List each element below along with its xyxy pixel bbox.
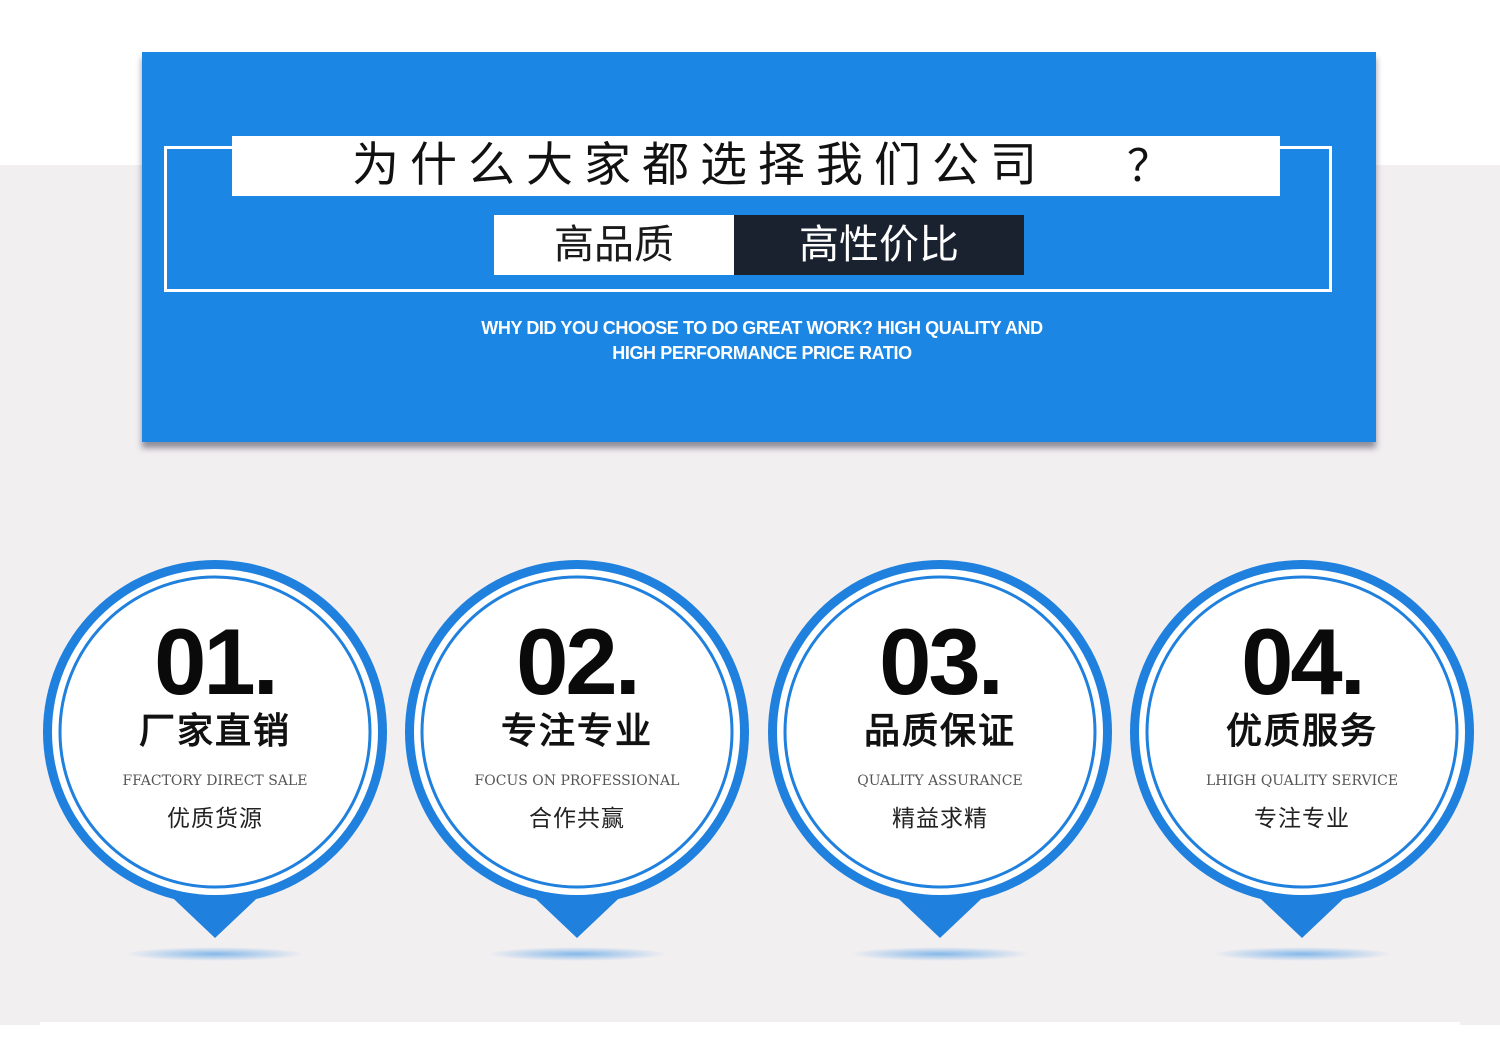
feature-title: 厂家直销 (138, 711, 291, 752)
banner-title-bar: 为什么大家都选择我们公司 ？ (232, 136, 1280, 196)
banner-title: 为什么大家都选择我们公司 (352, 138, 1048, 193)
feature-title: 优质服务 (1225, 711, 1378, 752)
feature-caption: 合作共赢 (529, 806, 625, 832)
banner-subtitle-line-1: WHY DID YOU CHOOSE TO DO GREAT WORK? HIG… (481, 318, 1043, 338)
feature-badge-4: 04. 优质服务 LHIGH QUALITY SERVICE 专注专业 (1127, 560, 1477, 980)
feature-english: FFACTORY DIRECT SALE (122, 773, 308, 789)
feature-title: 专注专业 (500, 711, 653, 752)
feature-caption: 优质货源 (167, 806, 263, 832)
feature-caption: 精益求精 (892, 806, 988, 832)
feature-badge-2: 02. 专注专业 FOCUS ON PROFESSIONAL 合作共赢 (402, 560, 752, 980)
why-choose-us-banner: 为什么大家都选择我们公司 ？ 高品质 高性价比 WHY DID YOU CHOO… (142, 52, 1376, 442)
feature-badge-1: 01. 厂家直销 FFACTORY DIRECT SALE 优质货源 (40, 560, 390, 980)
feature-title: 品质保证 (863, 711, 1016, 752)
feature-number: 01. (154, 609, 279, 714)
feature-english: LHIGH QUALITY SERVICE (1205, 773, 1399, 789)
feature-number: 04. (1241, 609, 1366, 714)
tag-high-value: 高性价比 (734, 215, 1024, 275)
banner-subtitle-line-2: HIGH PERFORMANCE PRICE RATIO (612, 343, 912, 363)
feature-badge-3: 03. 品质保证 QUALITY ASSURANCE 精益求精 (765, 560, 1115, 980)
feature-english: QUALITY ASSURANCE (857, 773, 1023, 789)
banner-subtitle: WHY DID YOU CHOOSE TO DO GREAT WORK? HIG… (382, 316, 1142, 366)
tag-high-quality: 高品质 (494, 215, 734, 275)
page: 为什么大家都选择我们公司 ？ 高品质 高性价比 WHY DID YOU CHOO… (0, 0, 1500, 1037)
banner-title-question-mark: ？ (1127, 141, 1171, 192)
feature-number: 02. (516, 609, 641, 714)
bottom-band (40, 1022, 1460, 1037)
feature-english: FOCUS ON PROFESSIONAL (474, 773, 680, 789)
feature-number: 03. (879, 609, 1004, 714)
feature-caption: 专注专业 (1254, 806, 1350, 832)
